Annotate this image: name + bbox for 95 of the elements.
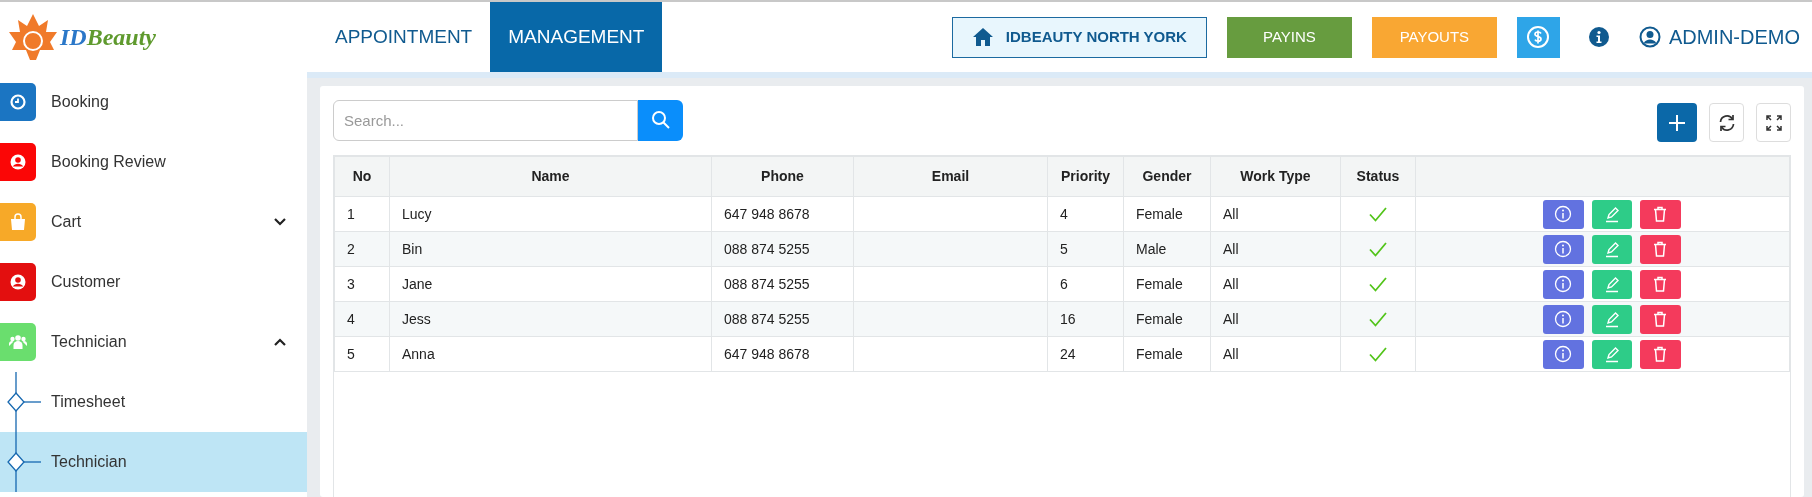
trash-icon xyxy=(1651,345,1669,363)
plus-icon xyxy=(1667,112,1687,133)
info-button[interactable] xyxy=(1542,269,1584,299)
table-cell: 647 948 8678 xyxy=(724,345,810,362)
chevron-down-icon[interactable] xyxy=(273,217,287,227)
edit-button[interactable] xyxy=(1591,269,1632,299)
info-button[interactable] xyxy=(1542,199,1584,229)
add-button[interactable] xyxy=(1657,103,1697,142)
fullscreen-button[interactable] xyxy=(1756,103,1791,142)
table-cell: All xyxy=(1223,310,1239,327)
sidebar-item[interactable]: Booking xyxy=(0,72,307,132)
refresh-button[interactable] xyxy=(1709,103,1744,142)
info-icon xyxy=(1554,205,1572,223)
home-icon xyxy=(971,27,994,47)
sidebar-item[interactable]: Customer xyxy=(0,252,307,312)
info-icon xyxy=(1554,310,1572,328)
trash-icon xyxy=(1651,205,1669,223)
table-cell: 2 xyxy=(347,240,355,257)
sidebar-subitem[interactable]: Timesheet xyxy=(0,372,307,432)
expand-icon xyxy=(1765,114,1782,131)
column-header: No xyxy=(334,156,390,197)
table-cell: 647 948 8678 xyxy=(724,205,810,222)
delete-button[interactable] xyxy=(1639,199,1681,229)
users-icon xyxy=(9,333,27,351)
bag-icon xyxy=(9,213,27,231)
table-cell: All xyxy=(1223,275,1239,292)
trash-icon xyxy=(1651,275,1669,293)
table-cell: All xyxy=(1223,240,1239,257)
info-icon xyxy=(1554,345,1572,363)
table-cell: 3 xyxy=(347,275,355,292)
table-cell: 088 874 5255 xyxy=(724,310,810,327)
delete-button[interactable] xyxy=(1639,234,1681,264)
logo-wordmark: IDBeauty xyxy=(60,23,156,52)
table-cell: 6 xyxy=(1060,275,1068,292)
info-icon[interactable] xyxy=(1588,27,1609,47)
table-cell: Jess xyxy=(402,310,431,327)
column-header: Email xyxy=(853,156,1048,197)
delete-button[interactable] xyxy=(1639,269,1681,299)
table-cell: Male xyxy=(1136,240,1167,257)
table-cell: Bin xyxy=(402,240,423,257)
table-cell: Female xyxy=(1136,275,1183,292)
chevron-up-icon[interactable] xyxy=(273,337,287,347)
nav-tab[interactable]: APPOINTMENT xyxy=(317,2,491,72)
table-cell: All xyxy=(1223,205,1239,222)
table-cell: 5 xyxy=(347,345,355,362)
info-button[interactable] xyxy=(1542,339,1584,369)
user-icon xyxy=(1638,26,1661,48)
info-button[interactable] xyxy=(1542,234,1584,264)
table-cell: Female xyxy=(1136,345,1183,362)
dollar-icon xyxy=(1526,25,1551,49)
search-field[interactable]: Search... xyxy=(333,99,638,141)
table-cell: 16 xyxy=(1060,310,1076,327)
sidebar-item[interactable]: Technician xyxy=(0,312,307,372)
column-header: Work Type xyxy=(1210,156,1341,197)
person-icon xyxy=(9,273,27,291)
table-cell: Jane xyxy=(402,275,433,292)
nav-tab[interactable]: MANAGEMENT xyxy=(490,2,663,72)
search-icon xyxy=(650,110,671,130)
user-name[interactable]: ADMIN-DEMO xyxy=(1668,22,1800,52)
column-header: Gender xyxy=(1123,156,1211,197)
table-cell: All xyxy=(1223,345,1239,362)
edit-button[interactable] xyxy=(1591,199,1632,229)
table-cell: 088 874 5255 xyxy=(724,240,810,257)
delete-button[interactable] xyxy=(1639,304,1681,334)
location-button[interactable]: IDBEAUTY NORTH YORK xyxy=(951,16,1207,58)
table-cell: 088 874 5255 xyxy=(724,275,810,292)
table-cell: 4 xyxy=(347,310,355,327)
clock-icon xyxy=(9,93,27,111)
table-cell: Female xyxy=(1136,205,1183,222)
column-header: Phone xyxy=(711,156,854,197)
table-cell: Lucy xyxy=(402,205,432,222)
table-cell: 5 xyxy=(1060,240,1068,257)
edit-button[interactable] xyxy=(1591,339,1632,369)
info-icon xyxy=(1554,240,1572,258)
table-cell: Female xyxy=(1136,310,1183,327)
dollar-button[interactable] xyxy=(1516,16,1560,58)
table-cell: 4 xyxy=(1060,205,1068,222)
info-button[interactable] xyxy=(1542,304,1584,334)
table-cell: 1 xyxy=(347,205,355,222)
column-header: Status xyxy=(1340,156,1416,197)
trash-icon xyxy=(1651,310,1669,328)
edit-button[interactable] xyxy=(1591,234,1632,264)
column-header: Priority xyxy=(1047,156,1124,197)
sidebar-subitem[interactable]: Technician xyxy=(0,432,307,492)
sidebar-item[interactable]: Booking Review xyxy=(0,132,307,192)
sidebar-item[interactable]: Cart xyxy=(0,192,307,252)
search-button[interactable] xyxy=(638,99,683,141)
column-header: Name xyxy=(389,156,712,197)
person-icon xyxy=(9,153,27,171)
table-cell: 24 xyxy=(1060,345,1076,362)
edit-button[interactable] xyxy=(1591,304,1632,334)
table-cell: Anna xyxy=(402,345,435,362)
trash-icon xyxy=(1651,240,1669,258)
delete-button[interactable] xyxy=(1639,339,1681,369)
info-icon xyxy=(1554,275,1572,293)
